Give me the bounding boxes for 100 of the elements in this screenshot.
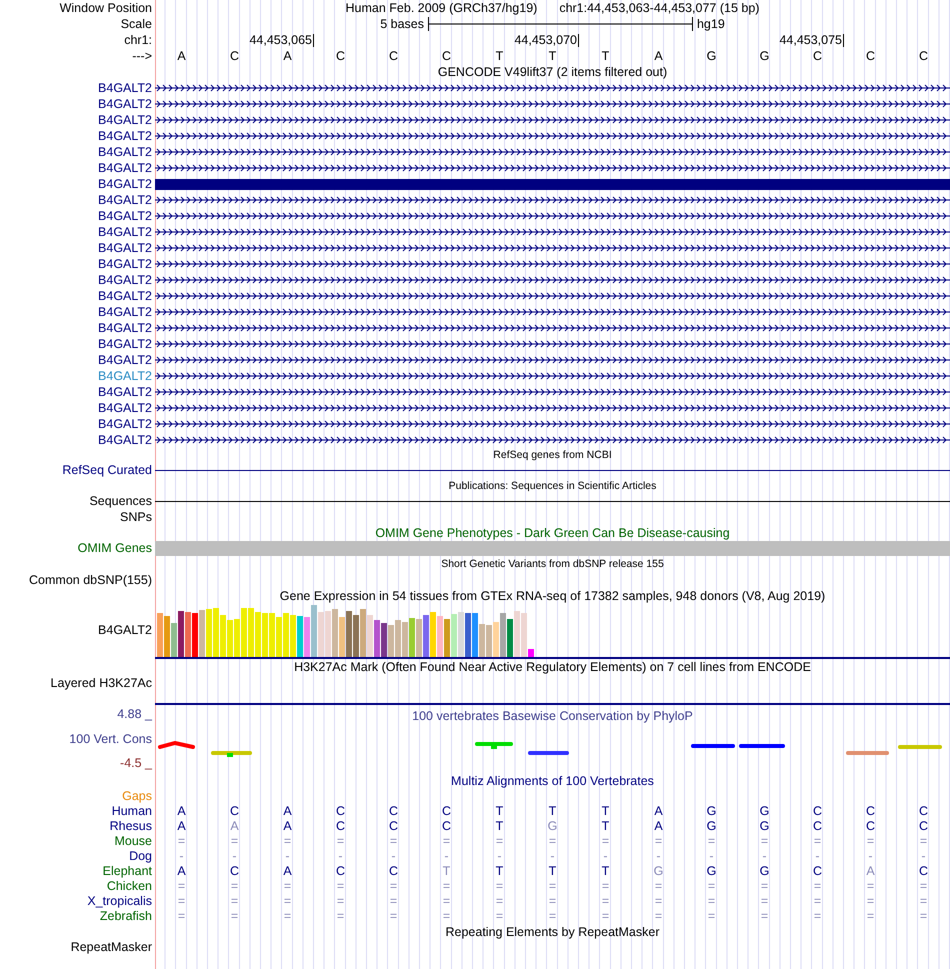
gene-label[interactable]: B4GALT2: [98, 112, 152, 128]
track-title: Multiz Alignments of 100 Vertebrates: [451, 774, 654, 788]
track-title: Gene Expression in 54 tissues from GTEx RNA-seq of 17382 samples, 948 donors (V8, Aug 2019): [280, 588, 826, 604]
gene-label[interactable]: B4GALT2: [98, 384, 152, 400]
gene-label[interactable]: B4GALT2: [98, 160, 152, 176]
aligned-base: =: [866, 894, 874, 909]
aligned-base: =: [760, 834, 768, 849]
track-label[interactable]: RefSeq Curated: [62, 462, 152, 478]
aligned-base: =: [284, 879, 292, 894]
aligned-base: =: [654, 879, 662, 894]
gene-label[interactable]: B4GALT2: [98, 256, 152, 272]
gene-label[interactable]: B4GALT2: [98, 272, 152, 288]
aligned-base: -: [391, 849, 396, 864]
aligned-base: -: [232, 849, 237, 864]
aligned-base: =: [602, 894, 610, 909]
aligned-base: =: [390, 834, 398, 849]
gene-feature-line[interactable]: [155, 114, 950, 126]
gene-feature-line[interactable]: [155, 370, 950, 382]
gene-label[interactable]: B4GALT2: [98, 96, 152, 112]
position-range: chr1:44,453,063-44,453,077 (15 bp): [559, 0, 760, 16]
gene-feature-line[interactable]: [155, 386, 950, 398]
gene-label[interactable]: B4GALT2: [98, 144, 152, 160]
track-label[interactable]: SNPs: [120, 510, 152, 524]
gene-label[interactable]: B4GALT2: [98, 240, 152, 256]
aligned-base: C: [442, 819, 452, 834]
gene-label[interactable]: B4GALT2: [98, 192, 152, 208]
aligned-base: G: [760, 864, 770, 879]
aligned-base: C: [812, 804, 822, 819]
gene-feature-line[interactable]: [155, 338, 950, 350]
aligned-base: =: [920, 879, 928, 894]
aligned-base: =: [814, 894, 822, 909]
track-label[interactable]: OMIM Genes: [78, 541, 152, 556]
gene-feature-line[interactable]: [155, 242, 950, 254]
base-letter: A: [283, 48, 292, 64]
gene-label[interactable]: B4GALT2: [98, 224, 152, 240]
gene-feature-line[interactable]: [155, 258, 950, 270]
gene-feature-line[interactable]: [155, 418, 950, 430]
aligned-base: =: [496, 894, 504, 909]
base-letter: A: [654, 48, 663, 64]
gene-feature-bar[interactable]: [155, 178, 950, 190]
aligned-base: A: [177, 864, 186, 879]
gene-feature-line[interactable]: [155, 306, 950, 318]
gene-label[interactable]: B4GALT2: [98, 176, 152, 192]
aligned-base: =: [548, 909, 556, 924]
aligned-base: T: [496, 804, 504, 819]
track-label[interactable]: Common dbSNP(155): [29, 572, 152, 588]
aligned-base: =: [654, 909, 662, 924]
base-letter: C: [442, 48, 452, 64]
expression-bars-drawing[interactable]: [156, 604, 536, 657]
gene-label[interactable]: B4GALT2: [98, 80, 152, 96]
aligned-base: C: [388, 819, 398, 834]
gene-label[interactable]: B4GALT2: [98, 416, 152, 432]
aligned-base: =: [920, 834, 928, 849]
aligned-base: =: [284, 894, 292, 909]
gene-label[interactable]: B4GALT2: [98, 128, 152, 144]
gene-feature-line[interactable]: [155, 322, 950, 334]
track-label[interactable]: 100 Vert. Cons: [69, 732, 152, 746]
aligned-base: =: [708, 909, 716, 924]
base-letter: T: [548, 48, 556, 64]
base-letter: C: [336, 48, 346, 64]
gene-feature-line[interactable]: [155, 402, 950, 414]
track-label[interactable]: B4GALT2: [98, 623, 152, 638]
gene-label[interactable]: B4GALT2: [98, 432, 152, 448]
gene-feature-line[interactable]: [155, 226, 950, 238]
track-label[interactable]: Layered H3K27Ac: [50, 676, 152, 691]
track-label[interactable]: RepeatMasker: [70, 940, 152, 955]
aligned-base: =: [178, 834, 186, 849]
aligned-base: T: [548, 864, 556, 879]
gene-feature-line[interactable]: [155, 98, 950, 110]
aligned-base: -: [285, 849, 290, 864]
aligned-base: =: [442, 879, 450, 894]
aligned-base: T: [496, 819, 504, 834]
aligned-base: T: [442, 864, 450, 879]
gene-label[interactable]: B4GALT2: [98, 368, 152, 384]
tick-mark: [578, 34, 579, 46]
gene-label[interactable]: B4GALT2: [98, 400, 152, 416]
gene-feature-line[interactable]: [155, 162, 950, 174]
gene-feature-line[interactable]: [155, 434, 950, 446]
aligned-base: C: [230, 864, 240, 879]
gene-feature-line[interactable]: [155, 354, 950, 366]
gene-label[interactable]: B4GALT2: [98, 288, 152, 304]
aligned-base: =: [442, 909, 450, 924]
gene-label[interactable]: B4GALT2: [98, 352, 152, 368]
base-letter: T: [602, 48, 610, 64]
gene-feature-line[interactable]: [155, 210, 950, 222]
gene-label[interactable]: B4GALT2: [98, 320, 152, 336]
species-label: Elephant: [102, 864, 152, 879]
gene-feature-line[interactable]: [155, 274, 950, 286]
gene-feature-line[interactable]: [155, 130, 950, 142]
gene-label[interactable]: B4GALT2: [98, 208, 152, 224]
position-label: 44,453,075: [779, 33, 842, 47]
gene-feature-line[interactable]: [155, 290, 950, 302]
gene-label[interactable]: B4GALT2: [98, 336, 152, 352]
track-label[interactable]: Sequences: [89, 494, 152, 509]
gene-label[interactable]: B4GALT2: [98, 304, 152, 320]
gene-feature-line[interactable]: [155, 194, 950, 206]
aligned-base: =: [442, 834, 450, 849]
gene-feature-line[interactable]: [155, 146, 950, 158]
gene-feature-line[interactable]: [155, 82, 950, 94]
aligned-base: =: [178, 909, 186, 924]
